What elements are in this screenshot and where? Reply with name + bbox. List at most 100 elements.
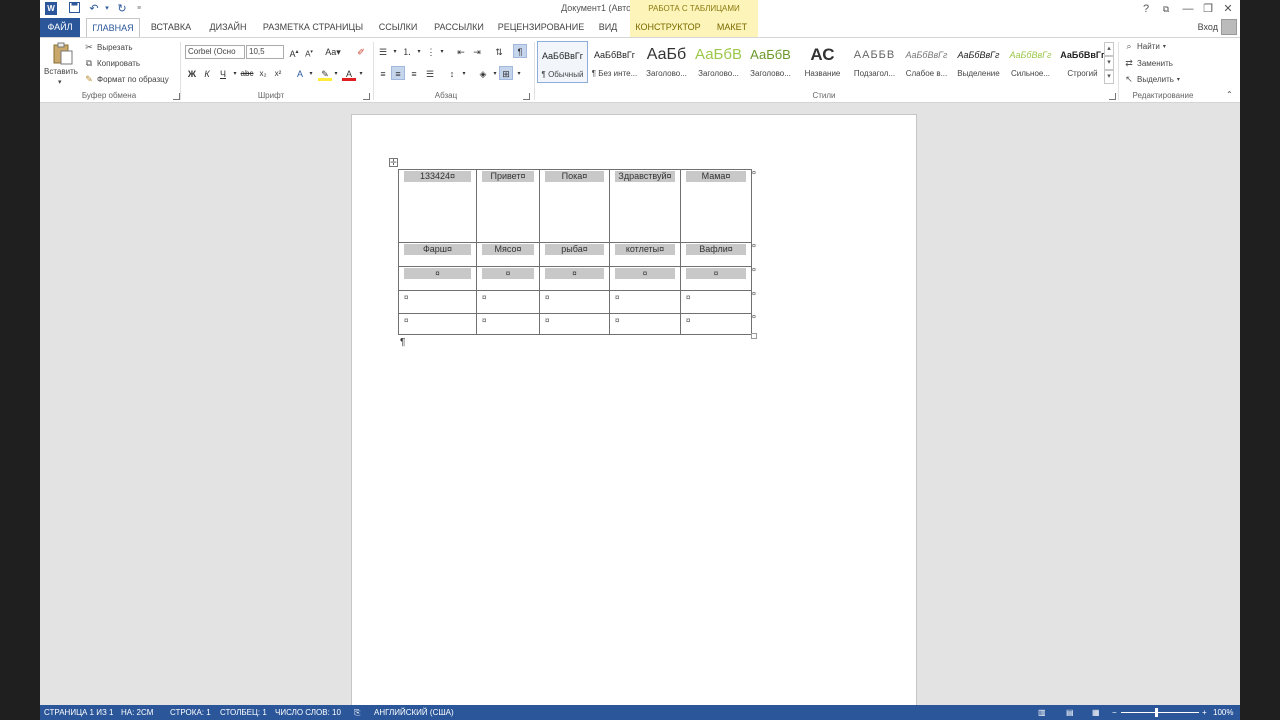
document-table[interactable]: 133424¤ Привет¤ Пока¤ Здравствуй¤ Мама¤ … [398, 169, 752, 335]
font-name-combo[interactable]: Corbel (Осно [185, 45, 245, 59]
select-button[interactable]: ↖ Выделить ▾ [1124, 74, 1180, 84]
replace-button[interactable]: ⇄ Заменить [1124, 58, 1173, 68]
table-cell[interactable]: Привет¤ [476, 169, 540, 243]
table-cell[interactable]: ¤ [476, 266, 540, 291]
table-resize-handle[interactable] [751, 333, 757, 339]
table-cell[interactable]: 133424¤ [398, 169, 477, 243]
gallery-scroll-up-icon[interactable]: ▴ [1104, 42, 1114, 56]
help-icon[interactable]: ? [1138, 1, 1154, 17]
table-cell[interactable]: ¤ [609, 290, 681, 314]
table-cell[interactable]: рыба¤ [539, 242, 610, 267]
line-spacing-dropdown-icon[interactable]: ▾ [457, 67, 471, 81]
font-dialog-launcher[interactable] [363, 93, 370, 100]
tab-page-layout[interactable]: РАЗМЕТКА СТРАНИЦЫ [262, 18, 364, 37]
highlight-dropdown-icon[interactable]: ▾ [329, 67, 343, 81]
italic-icon[interactable]: К [200, 67, 214, 81]
font-color-dropdown-icon[interactable]: ▾ [354, 67, 368, 81]
tab-view[interactable]: ВИД [593, 18, 623, 37]
sort-icon[interactable]: ⇅ [492, 45, 506, 59]
table-cell[interactable]: Мама¤ [680, 169, 752, 243]
document-page[interactable]: ✛ 133424¤ Привет¤ Пока¤ Здравствуй¤ Мама… [351, 114, 917, 705]
clipboard-dialog-launcher[interactable] [173, 93, 180, 100]
grow-font-icon[interactable]: A▴ [287, 45, 301, 59]
paste-button[interactable]: Вставить [44, 67, 78, 76]
text-effects-dropdown-icon[interactable]: ▾ [304, 67, 318, 81]
table-cell[interactable]: ¤ [398, 290, 477, 314]
style-normal[interactable]: АаБбВвГг ¶ Обычный [537, 41, 588, 83]
table-cell[interactable]: Мясо¤ [476, 242, 540, 267]
cut-button[interactable]: ✂ Вырезать [84, 42, 132, 52]
tab-insert[interactable]: ВСТАВКА [146, 18, 196, 37]
table-cell[interactable]: ¤ [476, 290, 540, 314]
style-heading-2[interactable]: АаБбВ Заголово... [693, 41, 744, 83]
read-mode-icon[interactable]: ▥ [1038, 708, 1046, 717]
superscript-icon[interactable]: x² [271, 67, 285, 81]
table-cell[interactable]: ¤ [680, 266, 752, 291]
style-subtitle[interactable]: ААББВ Подзагол... [849, 41, 900, 83]
change-case-icon[interactable]: Aa▾ [323, 45, 343, 59]
tab-home[interactable]: ГЛАВНАЯ [86, 18, 140, 38]
format-painter-button[interactable]: ✎ Формат по образцу [84, 74, 169, 84]
close-icon[interactable]: ✕ [1220, 1, 1236, 17]
language[interactable]: АНГЛИЙСКИЙ (США) [374, 708, 454, 717]
table-cell[interactable]: котлеты¤ [609, 242, 681, 267]
align-right-icon[interactable]: ≡ [407, 67, 421, 81]
style-title[interactable]: АС Название [797, 41, 848, 83]
strikethrough-icon[interactable]: abc [240, 67, 254, 81]
tab-mailings[interactable]: РАССЫЛКИ [430, 18, 488, 37]
style-no-spacing[interactable]: АаБбВвГг ¶ Без инте... [589, 41, 640, 83]
style-emphasis[interactable]: АаБбВвГг Выделение [953, 41, 1004, 83]
style-subtle-emphasis[interactable]: АаБбВвГг Слабое в... [901, 41, 952, 83]
table-cell[interactable]: ¤ [398, 266, 477, 291]
web-layout-icon[interactable]: ▦ [1092, 708, 1100, 717]
align-center-icon[interactable]: ≡ [391, 66, 405, 80]
copy-button[interactable]: ⧉ Копировать [84, 58, 140, 68]
style-strong[interactable]: АаБбВвГг Строгий [1057, 41, 1108, 83]
borders-icon[interactable]: ⊞ [499, 66, 513, 80]
collapse-ribbon-icon[interactable]: ⌃ [1226, 90, 1233, 99]
font-size-combo[interactable]: 10,5 [246, 45, 284, 59]
print-layout-icon[interactable]: ▤ [1066, 708, 1074, 717]
table-move-handle-icon[interactable]: ✛ [389, 158, 398, 167]
subscript-icon[interactable]: x₂ [256, 67, 270, 81]
increase-indent-icon[interactable]: ⇥ [470, 45, 484, 59]
styles-dialog-launcher[interactable] [1109, 93, 1116, 100]
table-cell[interactable]: ¤ [476, 313, 540, 335]
restore-icon[interactable]: ❐ [1200, 1, 1216, 17]
shrink-font-icon[interactable]: A▾ [302, 45, 316, 59]
ribbon-display-options-icon[interactable]: ⧉ [1158, 1, 1174, 17]
justify-icon[interactable]: ☰ [423, 67, 437, 81]
tab-design[interactable]: ДИЗАЙН [204, 18, 252, 37]
paste-icon[interactable] [52, 42, 74, 66]
borders-dropdown-icon[interactable]: ▾ [512, 67, 526, 81]
table-cell[interactable]: ¤ [398, 313, 477, 335]
style-intense-emphasis[interactable]: АаБбВвГг Сильное... [1005, 41, 1056, 83]
bold-icon[interactable]: Ж [185, 67, 199, 81]
find-button[interactable]: ⌕ Найти ▾ [1124, 41, 1165, 51]
paragraph-dialog-launcher[interactable] [523, 93, 530, 100]
table-cell[interactable]: ¤ [680, 290, 752, 314]
show-marks-icon[interactable]: ¶ [513, 44, 527, 58]
table-cell[interactable]: ¤ [609, 313, 681, 335]
zoom-level[interactable]: 100% [1213, 708, 1233, 717]
proofing-icon[interactable]: ⎘ [354, 708, 360, 718]
tab-table-layout[interactable]: МАКЕТ [706, 18, 758, 37]
zoom-in-icon[interactable]: + [1202, 708, 1207, 717]
table-cell[interactable]: ¤ [539, 290, 610, 314]
table-cell[interactable]: ¤ [680, 313, 752, 335]
gallery-more-icon[interactable]: ▾ [1104, 70, 1114, 84]
gallery-scroll-down-icon[interactable]: ▾ [1104, 56, 1114, 70]
avatar[interactable] [1221, 19, 1237, 35]
word-count[interactable]: ЧИСЛО СЛОВ: 10 [275, 708, 341, 717]
tab-table-design[interactable]: КОНСТРУКТОР [630, 18, 706, 37]
tab-review[interactable]: РЕЦЕНЗИРОВАНИЕ [496, 18, 586, 37]
zoom-slider-thumb[interactable] [1155, 708, 1158, 717]
tab-file[interactable]: ФАЙЛ [40, 18, 80, 37]
table-cell[interactable]: Вафли¤ [680, 242, 752, 267]
zoom-out-icon[interactable]: − [1112, 708, 1117, 717]
zoom-slider[interactable] [1121, 712, 1199, 713]
multilevel-dropdown-icon[interactable]: ▾ [435, 45, 449, 59]
clear-formatting-icon[interactable]: ✐ [354, 45, 368, 59]
minimize-icon[interactable]: — [1180, 1, 1196, 17]
table-cell[interactable]: Пока¤ [539, 169, 610, 243]
